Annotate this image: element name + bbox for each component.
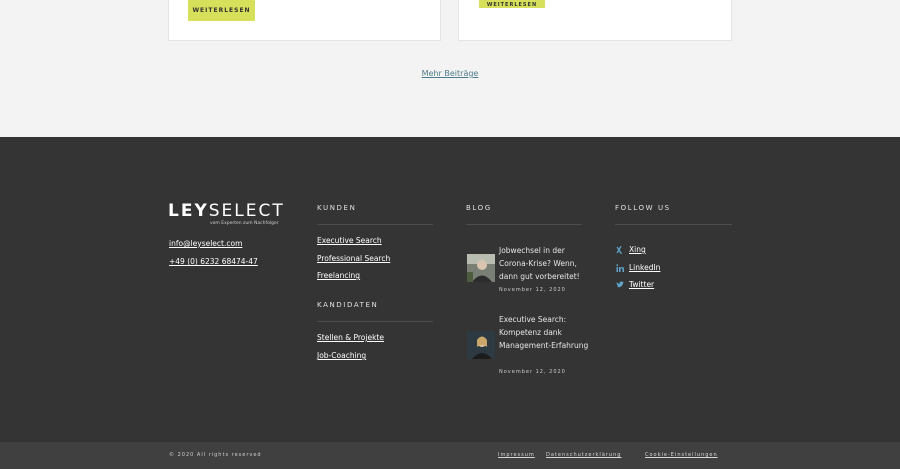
post-card: Weiterlesen [458,0,732,41]
posts-section: Weiterlesen Weiterlesen Mehr Beiträge [0,0,900,137]
impressum-link[interactable]: Impressum [498,452,535,458]
kandidaten-link-stellen[interactable]: Stellen & Projekte [317,333,384,342]
follow-heading: Follow us [615,204,671,212]
read-more-button[interactable]: Weiterlesen [188,0,255,21]
more-posts-link[interactable]: Mehr Beiträge [422,69,479,78]
kandidaten-link-job-coaching[interactable]: Job-Coaching [317,351,366,360]
bottom-bar: © 2020 All rights reserved Impressum Dat… [0,442,900,469]
kunden-link-freelancing[interactable]: Freelancing [317,271,360,280]
footer-logo[interactable]: LEYSELECT vom Experten zum Nachfolger [168,201,285,226]
kunden-link-professional-search[interactable]: Professional Search [317,254,390,263]
blog-post-thumbnail[interactable] [467,331,495,359]
social-link-twitter[interactable]: Twitter [616,280,654,289]
social-link-xing[interactable]: Xing [616,245,646,254]
logo-bold-text: LEY [168,201,209,221]
kandidaten-divider [317,321,433,322]
blog-divider [466,224,582,225]
cookie-settings-link[interactable]: Cookie-Einstellungen [645,452,718,458]
blog-post-title[interactable]: Jobwechsel in der Corona-Krise? Wenn, da… [499,244,589,283]
more-posts-container: Mehr Beiträge [0,61,900,80]
twitter-icon [616,281,624,289]
phone-link[interactable]: +49 (0) 6232 68474-47 [169,257,258,266]
logo-light-text: SELECT [208,201,285,221]
read-more-button[interactable]: Weiterlesen [479,0,545,8]
kandidaten-heading: Kandidaten [317,301,379,309]
datenschutz-link[interactable]: Datenschutzerklärung [546,452,621,458]
blog-post-thumbnail[interactable] [467,254,495,282]
social-label: Xing [629,245,646,254]
linkedin-icon [616,263,624,272]
blog-post-date: November 12, 2020 [499,369,566,375]
social-link-linkedin[interactable]: LinkedIn [616,263,660,272]
social-label: Twitter [629,280,655,289]
copyright-text: © 2020 All rights reserved [169,452,262,458]
blog-post-title[interactable]: Executive Search: Kompetenz dank Managem… [499,313,589,352]
email-link[interactable]: info@leyselect.com [169,239,242,248]
kunden-divider [317,224,433,225]
xing-icon [616,245,624,254]
kunden-heading: Kunden [317,204,357,212]
logo-tagline: vom Experten zum Nachfolger [210,221,279,226]
blog-post-date: November 12, 2020 [499,287,566,293]
site-footer: LEYSELECT vom Experten zum Nachfolger in… [0,137,900,442]
kunden-link-executive-search[interactable]: Executive Search [317,236,382,245]
follow-divider [615,224,732,225]
blog-heading: Blog [466,204,492,212]
social-label: LinkedIn [629,263,661,272]
post-card: Weiterlesen [168,0,441,41]
